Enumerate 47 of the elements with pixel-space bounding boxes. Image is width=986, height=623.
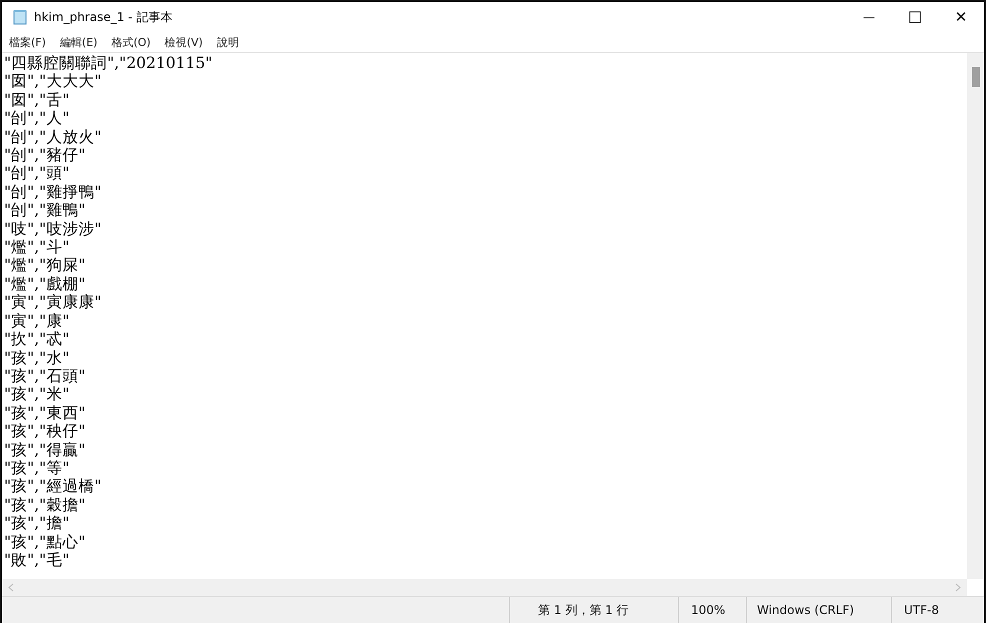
text-line: "扻","忒" (4, 330, 70, 348)
menu-item[interactable]: 檢視(V) (164, 34, 204, 50)
text-line: "孩","點心" (4, 532, 86, 551)
menu-item[interactable]: 格式(O) (110, 34, 152, 50)
text-line: "囡","大大大" (4, 72, 102, 91)
text-line: "孩","穀擔" (4, 496, 86, 514)
text-line: "敗","毛" (4, 550, 70, 570)
menu-item[interactable]: 檔案(F) (8, 34, 47, 50)
scroll-right-icon[interactable] (955, 583, 961, 592)
text-line: "囡","舌" (4, 90, 70, 110)
minimize-button[interactable]: — (846, 2, 892, 32)
text-line: "孩","水" (4, 348, 70, 367)
text-line: "刣","頭" (4, 164, 70, 183)
text-line: "刣","雞掙鴨" (4, 182, 102, 202)
text-line: "孩","秧仔" (4, 422, 86, 441)
status-text: 100% (678, 597, 746, 623)
text-line: "刣","雞鴨" (4, 201, 86, 220)
text-line: "爁","狗屎" (4, 256, 86, 275)
menu-item[interactable]: 說明 (216, 34, 240, 50)
text-line: "寅","康" (4, 312, 70, 330)
maximize-button[interactable]: ☐ (892, 2, 938, 32)
scroll-thumb[interactable] (972, 67, 980, 87)
text-line: "孩","石頭" (4, 366, 86, 386)
text-line: "刣","豬仔" (4, 146, 86, 164)
vertical-scrollbar[interactable] (967, 53, 984, 579)
text-line: "孩","東西" (4, 404, 86, 422)
text-line: "孩","等" (4, 458, 70, 478)
text-line: "孩","米" (4, 385, 70, 404)
text-line: "四縣腔關聯詞","20210115" (4, 54, 214, 72)
text-line: "刣","人放火" (4, 128, 102, 146)
menu-item[interactable]: 編輯(E) (58, 34, 98, 50)
text-line: "爁","斗" (4, 238, 70, 256)
status-text: 第 1 列，第 1 行 (509, 597, 678, 623)
text-line: "孩","得贏" (4, 440, 86, 459)
status-text: Windows (CRLF) (746, 597, 891, 623)
text-line: "孩","擔" (4, 514, 70, 533)
horizontal-scrollbar[interactable] (2, 579, 967, 596)
text-line: "寅","寅康康" (4, 293, 102, 312)
window-title: hkim_phrase_1 - 記事本 (34, 8, 174, 26)
text-line: "孩","經過橋" (4, 477, 102, 496)
status-text: UTF-8 (891, 597, 984, 623)
text-line: "刣","人" (4, 109, 70, 128)
notepad-icon (12, 9, 28, 25)
close-button[interactable]: ✕ (938, 2, 984, 32)
text-line: "爁","戲棚" (4, 274, 86, 294)
text-line: "吱","吱涉涉" (4, 220, 102, 238)
scroll-left-icon[interactable] (8, 583, 14, 592)
